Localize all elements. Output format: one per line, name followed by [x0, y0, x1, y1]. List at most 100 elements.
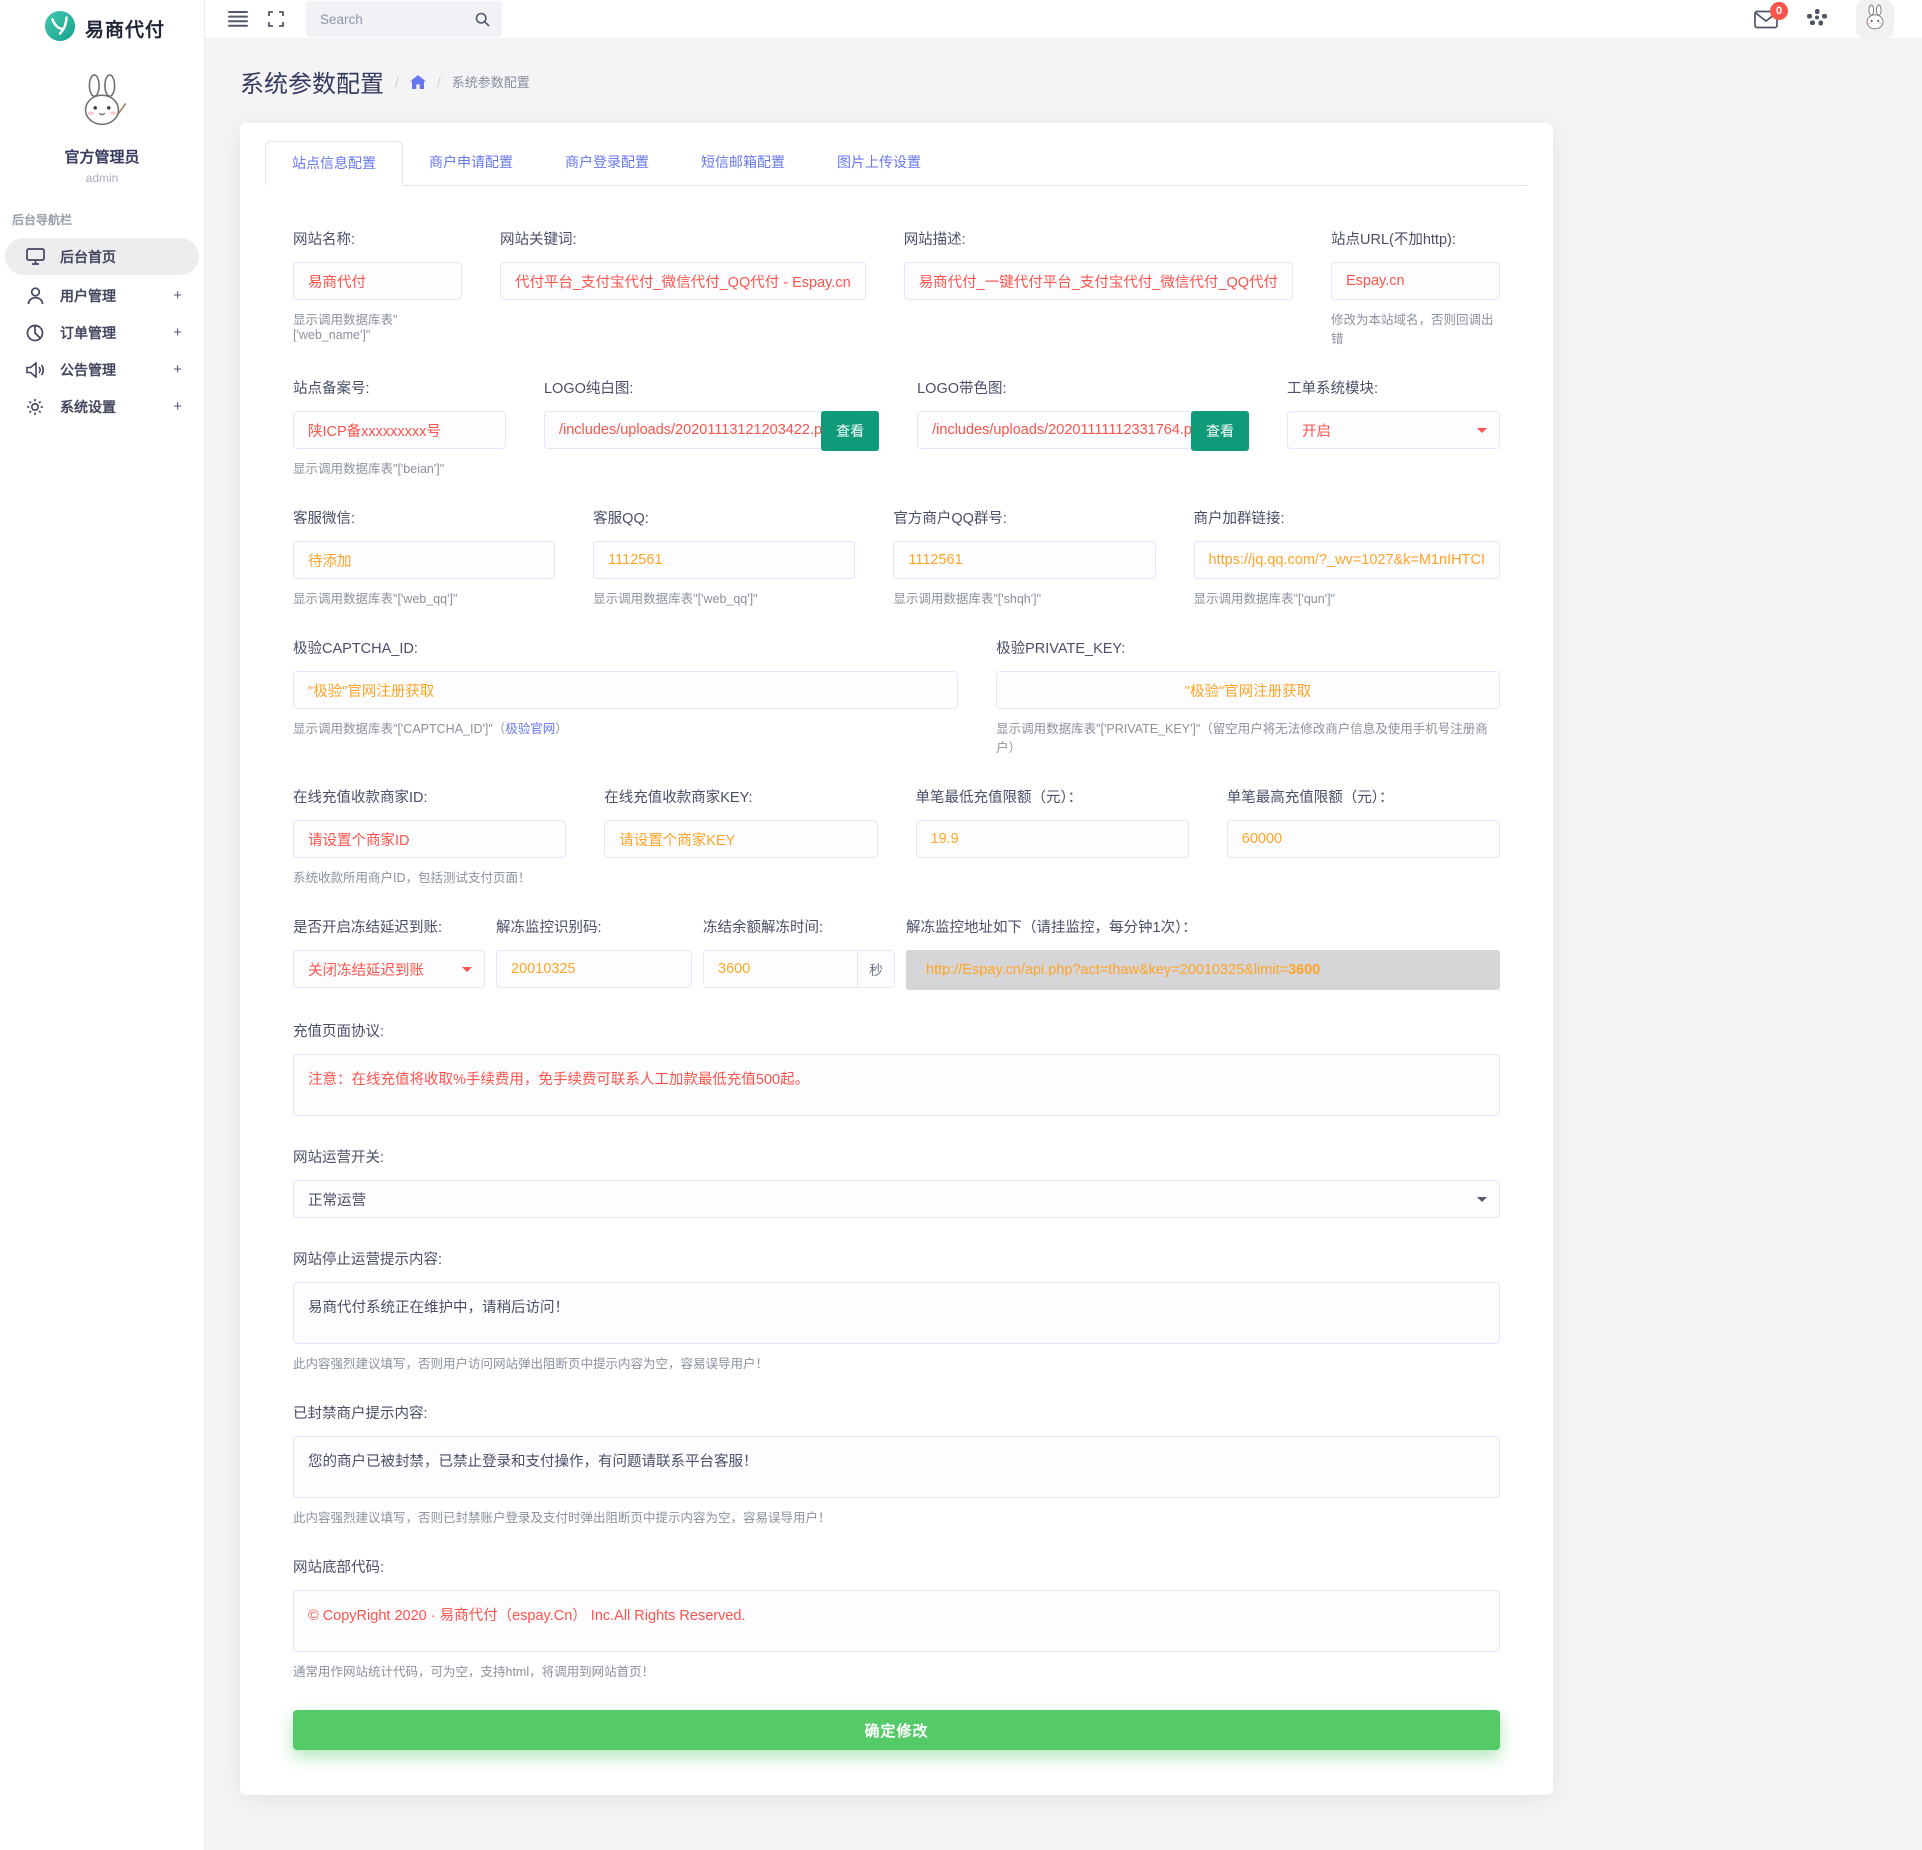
thaw-time-input[interactable]: 3600 [703, 950, 857, 988]
field-helper: 显示调用数据库表"['shqh']" [893, 592, 1042, 606]
private-key-input[interactable]: "极验"官网注册获取 [996, 671, 1500, 709]
site-url-input[interactable]: Espay.cn [1331, 262, 1500, 300]
merchant-id-input[interactable]: 请设置个商家ID [293, 820, 567, 858]
field-label: LOGO纯白图: [543, 381, 634, 397]
menu-toggle-icon[interactable] [228, 11, 248, 27]
sidebar-item-announcements[interactable]: 公告管理 + [0, 351, 204, 388]
user-name: 官方管理员 [64, 149, 140, 166]
recharge-agreement-textarea[interactable]: 注意：在线充值将收取%手续费用，免手续费可联系人工加款最低充值500起。 [293, 1054, 1500, 1116]
search-icon[interactable] [475, 12, 490, 27]
web-keywords-input[interactable]: 代付平台_支付宝代付_微信代付_QQ代付 - Espay.cn [499, 262, 866, 300]
merchant-key-input[interactable]: 请设置个商家KEY [604, 820, 878, 858]
field-label: 商户加群链接: [1193, 511, 1285, 527]
breadcrumb-separator: / [395, 73, 399, 90]
field-helper: 通常用作网站统计代码，可为空，支持html，将调用到网站首页！ [293, 1665, 655, 1679]
field-kefu-wechat: 客服微信: 待添加 显示调用数据库表"['web_qq']" [293, 507, 556, 607]
field-logo-color: LOGO带色图: /includes/uploads/2020111111233… [917, 377, 1249, 477]
field-label: 站点URL(不加http): [1331, 232, 1456, 248]
field-label: 站点备案号: [293, 381, 370, 397]
field-web-desc: 网站描述: 易商代付_一键代付平台_支付宝代付_微信代付_QQ代付 [903, 228, 1293, 347]
speaker-icon [25, 361, 45, 378]
sidebar-item-label: 订单管理 [60, 324, 116, 341]
kefu-qq-input[interactable]: 1112561 [593, 541, 856, 579]
footer-code-textarea[interactable]: © CopyRight 2020 · 易商代付（espay.Cn） Inc.Al… [293, 1590, 1500, 1652]
kefu-wechat-input[interactable]: 待添加 [293, 541, 556, 579]
min-recharge-input[interactable]: 19.9 [915, 820, 1189, 858]
expand-plus-icon[interactable]: + [173, 361, 182, 378]
max-recharge-input[interactable]: 60000 [1226, 820, 1500, 858]
field-helper: 此内容强烈建议填写，否则已封禁账户登录及支付时弹出阻断页中提示内容为空，容易误导… [293, 1511, 831, 1525]
sidebar-item-users[interactable]: 用户管理 + [0, 277, 204, 314]
sidebar-item-label: 用户管理 [60, 287, 116, 304]
field-label: 单笔最低充值限额（元）： [915, 790, 1083, 806]
field-label: 网站底部代码: [293, 1560, 385, 1576]
tab-merchant-login[interactable]: 商户登录配置 [539, 141, 675, 185]
field-helper: 此内容强烈建议填写，否则用户访问网站弹出阻断页中提示内容为空，容易误导用户！ [293, 1357, 769, 1371]
field-helper: 修改为本站域名，否则回调出错 [1331, 313, 1494, 346]
field-label: 解冻监控地址如下（请挂监控，每分钟1次）： [906, 920, 1197, 936]
field-footer-code: 网站底部代码: © CopyRight 2020 · 易商代付（espay.Cn… [293, 1556, 1500, 1680]
stop-notice-textarea[interactable]: 易商代付系统正在维护中，请稍后访问！ [293, 1282, 1500, 1344]
field-stop-notice: 网站停止运营提示内容: 易商代付系统正在维护中，请稍后访问！ 此内容强烈建议填写… [293, 1248, 1500, 1372]
brand[interactable]: 易商代付 [0, 0, 204, 57]
beian-input[interactable]: 陕ICP备xxxxxxxxx号 [293, 411, 506, 449]
tab-bar: 站点信息配置 商户申请配置 商户登录配置 短信邮箱配置 图片上传设置 [265, 141, 1528, 186]
ticket-module-select[interactable]: 开启 [1287, 411, 1500, 449]
site-switch-select[interactable]: 正常运营 [293, 1180, 1500, 1218]
expand-plus-icon[interactable]: + [173, 398, 182, 415]
thaw-monitor-url: http://Espay.cn/api.php?act=thaw&key=200… [906, 950, 1500, 990]
pie-chart-icon [25, 324, 45, 342]
shop-qq-group-input[interactable]: 1112561 [893, 541, 1156, 579]
web-name-input[interactable]: 易商代付 [293, 262, 462, 300]
search-input[interactable] [320, 11, 475, 27]
field-label: 工单系统模块: [1287, 381, 1379, 397]
messages-button[interactable]: 0 [1754, 1, 1788, 29]
field-label: 单笔最高充值限额（元）： [1226, 790, 1394, 806]
tab-image-upload[interactable]: 图片上传设置 [811, 141, 947, 185]
settings-card: 站点信息配置 商户申请配置 商户登录配置 短信邮箱配置 图片上传设置 网站名称:… [240, 123, 1553, 1795]
field-label: 解冻监控识别码: [496, 920, 602, 936]
breadcrumb-current: 系统参数配置 [451, 75, 530, 90]
avatar [84, 74, 127, 126]
field-min-recharge: 单笔最低充值限额（元）： 19.9 [915, 786, 1189, 886]
site-info-form: 网站名称: 易商代付 显示调用数据库表"['web_name']" 网站关键词:… [265, 186, 1528, 1750]
sidebar-item-orders[interactable]: 订单管理 + [0, 314, 204, 351]
field-web-name: 网站名称: 易商代付 显示调用数据库表"['web_name']" [293, 228, 462, 347]
user-icon [25, 286, 45, 305]
confirm-save-button[interactable]: 确定修改 [293, 1710, 1500, 1750]
sidebar-item-label: 后台首页 [60, 248, 116, 265]
expand-plus-icon[interactable]: + [173, 287, 182, 304]
captcha-id-input[interactable]: "极验"官网注册获取 [293, 671, 959, 709]
logo-white-input[interactable]: /includes/uploads/20201113121203422.p [543, 411, 824, 449]
web-desc-input[interactable]: 易商代付_一键代付平台_支付宝代付_微信代付_QQ代付 [903, 262, 1293, 300]
sidebar-item-settings[interactable]: 系统设置 + [0, 388, 204, 425]
field-site-url: 站点URL(不加http): Espay.cn 修改为本站域名，否则回调出错 [1331, 228, 1500, 347]
expand-plus-icon[interactable]: + [173, 324, 182, 341]
geetest-site-link[interactable]: 极验官网 [505, 722, 555, 736]
view-logo-white-button[interactable]: 查看 [821, 411, 880, 451]
user-avatar-button[interactable] [1856, 0, 1894, 38]
home-icon[interactable] [409, 74, 426, 89]
field-thaw-time: 冻结余额解冻时间: 3600 秒 [703, 916, 895, 990]
fullscreen-icon[interactable] [268, 11, 284, 27]
field-label: 网站描述: [903, 232, 966, 248]
field-shop-qq-group: 官方商户QQ群号: 1112561 显示调用数据库表"['shqh']" [893, 507, 1156, 607]
logo-color-input[interactable]: /includes/uploads/20201111112331764.p [917, 411, 1193, 449]
tab-merchant-apply[interactable]: 商户申请配置 [403, 141, 539, 185]
freeze-switch-select[interactable]: 关闭冻结延迟到账 [293, 950, 485, 988]
field-label: 在线充值收款商家ID: [293, 790, 428, 806]
field-max-recharge: 单笔最高充值限额（元）： 60000 [1226, 786, 1500, 886]
group-link-input[interactable]: https://jq.qq.com/?_wv=1027&k=M1nIHTCI [1193, 541, 1500, 579]
thaw-code-input[interactable]: 20010325 [496, 950, 692, 988]
field-helper: 显示调用数据库表"['beian']" [293, 462, 445, 476]
apps-grid-icon[interactable] [1806, 8, 1828, 30]
field-recharge-agreement: 充值页面协议: 注意：在线充值将收取%手续费用，免手续费可联系人工加款最低充值5… [293, 1020, 1500, 1116]
tab-sms-email[interactable]: 短信邮箱配置 [675, 141, 811, 185]
field-captcha-id: 极验CAPTCHA_ID: "极验"官网注册获取 显示调用数据库表"['CAPT… [293, 637, 959, 756]
tab-site-info[interactable]: 站点信息配置 [265, 141, 403, 186]
view-logo-color-button[interactable]: 查看 [1191, 411, 1249, 451]
sidebar-section-label: 后台导航栏 [12, 213, 73, 227]
field-label: 网站运营开关: [293, 1150, 385, 1166]
sidebar-item-dashboard[interactable]: 后台首页 [5, 238, 199, 275]
ban-notice-textarea[interactable]: 您的商户已被封禁，已禁止登录和支付操作，有问题请联系平台客服！ [293, 1436, 1500, 1498]
